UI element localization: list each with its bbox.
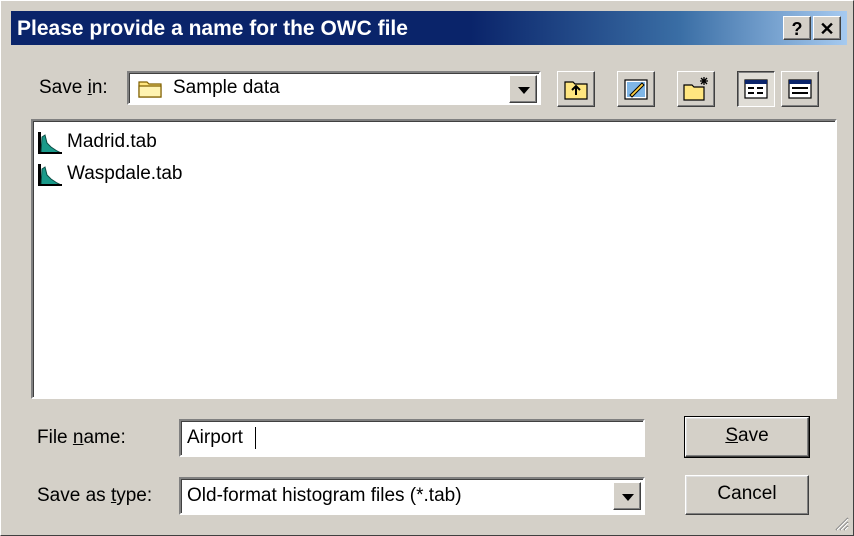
up-one-level-button[interactable] (557, 71, 595, 107)
save-in-value: Sample data (173, 77, 280, 98)
save-in-combo[interactable]: Sample data (127, 71, 541, 105)
folder-icon (138, 81, 162, 98)
details-view-button[interactable] (781, 71, 819, 107)
save-button[interactable]: Save (684, 416, 810, 458)
save-as-type-dropdown-button[interactable] (613, 482, 641, 510)
list-view-icon (744, 79, 768, 99)
histogram-file-icon (38, 132, 62, 154)
save-as-type-value: Old-format histogram files (*.tab) (187, 485, 462, 506)
desktop-button[interactable] (617, 71, 655, 107)
save-as-type-select[interactable]: Old-format histogram files (*.tab) (179, 477, 645, 515)
file-name-value: Airport (187, 427, 243, 448)
new-folder-button[interactable] (677, 71, 715, 107)
file-name: Waspdale.tab (67, 163, 183, 184)
file-name: Madrid.tab (67, 131, 157, 152)
file-list[interactable]: Madrid.tab Waspdale.tab (31, 119, 837, 399)
cancel-button[interactable]: Cancel (685, 475, 809, 515)
help-button[interactable]: ? (783, 16, 811, 40)
help-icon: ? (791, 19, 803, 39)
histogram-file-icon (38, 164, 62, 186)
file-name-input[interactable]: Airport (179, 419, 645, 457)
new-folder-icon (683, 77, 708, 101)
save-dialog: Please provide a name for the OWC file ?… (0, 0, 854, 536)
list-view-button[interactable] (737, 71, 775, 107)
close-icon: ✕ (819, 19, 835, 39)
desktop-icon (624, 79, 648, 100)
file-name-label: File name: (37, 427, 126, 448)
dialog-title: Please provide a name for the OWC file (17, 17, 408, 40)
up-one-level-icon (564, 81, 588, 100)
details-view-icon (788, 79, 812, 99)
close-button[interactable]: ✕ (813, 16, 841, 40)
save-as-type-label: Save as type: (37, 485, 153, 506)
text-cursor (255, 427, 256, 449)
resize-grip-icon[interactable] (833, 515, 849, 531)
save-in-dropdown-button[interactable] (509, 75, 537, 103)
save-in-label: Save in: (39, 77, 108, 98)
title-bar[interactable]: Please provide a name for the OWC file ?… (11, 11, 847, 45)
